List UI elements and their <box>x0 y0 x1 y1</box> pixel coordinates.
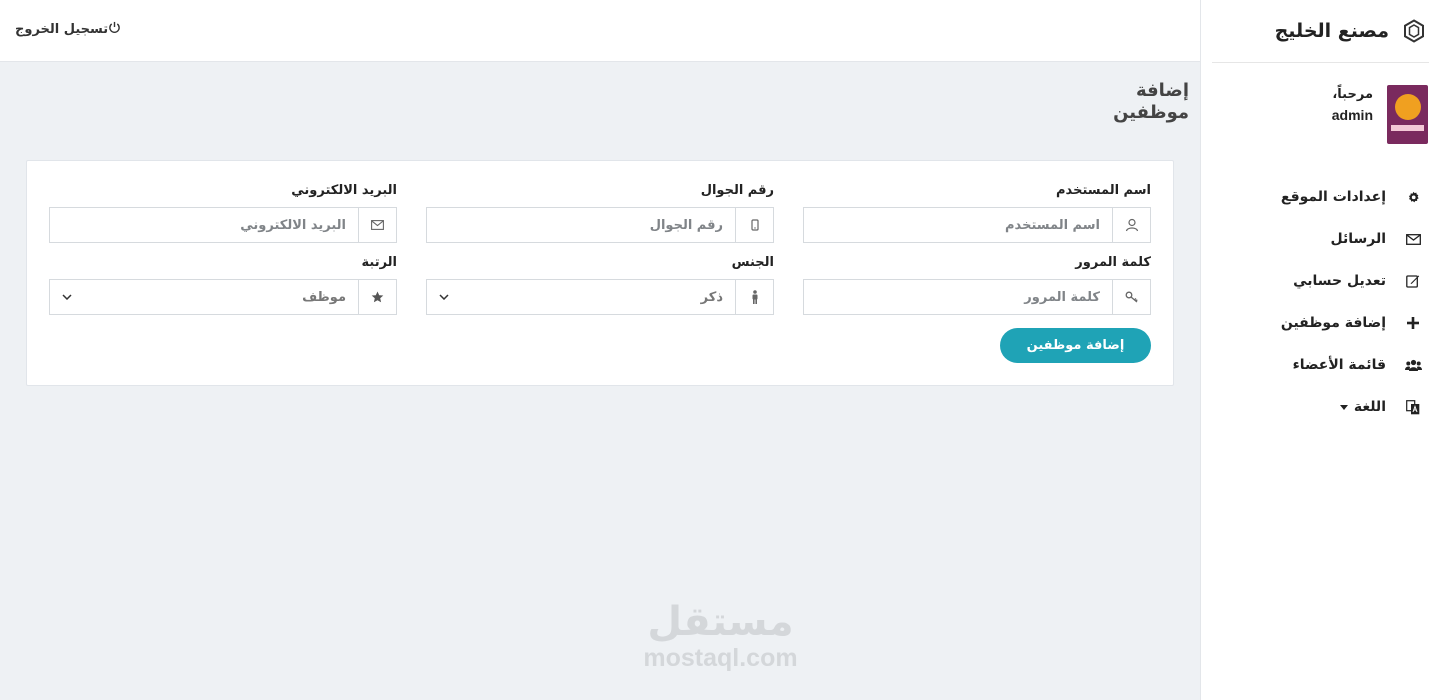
email-label: البريد الالكتروني <box>291 183 397 198</box>
envelope-icon <box>1404 233 1422 245</box>
sidebar-item-members-list[interactable]: قائمة الأعضاء <box>1201 344 1440 386</box>
key-icon <box>1112 279 1151 315</box>
logout-label: تسجيل الخروج <box>15 22 109 37</box>
user-icon <box>1112 207 1151 243</box>
chevron-down-icon <box>62 294 72 300</box>
username-input[interactable] <box>816 217 1100 233</box>
email-field-group: البريد الالكتروني <box>49 183 397 243</box>
user-name: admin <box>1331 107 1373 123</box>
logout-button[interactable]: تسجيل الخروج <box>15 21 125 38</box>
sidebar-item-label: اللغة <box>1353 399 1386 415</box>
person-icon <box>735 279 774 315</box>
hexagon-logo-icon <box>1401 18 1427 44</box>
add-employee-submit-button[interactable]: إضافة موظفين <box>1000 328 1151 363</box>
sidebar-item-edit-account[interactable]: تعديل حسابي <box>1201 260 1440 302</box>
sidebar-nav: إعدادات الموقع الرسائل تعديل حسابي إضافة… <box>1201 163 1440 428</box>
email-input[interactable] <box>62 217 346 233</box>
rank-label: الرتبة <box>361 255 398 270</box>
mobile-label: رقم الجوال <box>700 183 774 198</box>
gender-value: ذكر <box>700 289 723 305</box>
users-icon <box>1404 359 1422 372</box>
gender-label: الجنس <box>731 255 774 270</box>
sidebar-item-language[interactable]: اللغة <box>1201 386 1440 428</box>
mobile-input[interactable] <box>439 217 723 233</box>
brand-title: مصنع الخليج <box>1274 20 1389 42</box>
mobile-field-group: رقم الجوال <box>426 183 774 243</box>
gear-icon <box>1404 191 1422 204</box>
edit-icon <box>1404 274 1422 288</box>
sidebar-item-label: قائمة الأعضاء <box>1292 357 1386 373</box>
password-label: كلمة المرور <box>1075 255 1151 270</box>
rank-value: موظف <box>302 289 346 305</box>
envelope-icon <box>358 207 397 243</box>
chevron-down-icon <box>439 294 449 300</box>
sidebar-item-label: تعديل حسابي <box>1293 273 1386 289</box>
avatar <box>1387 85 1428 144</box>
watermark: مستقل mostaql.com <box>633 600 808 672</box>
rank-select[interactable]: موظف <box>49 279 358 315</box>
watermark-latin: mostaql.com <box>643 644 798 672</box>
page-title: إضافة موظفين <box>1113 80 1189 123</box>
sidebar-item-messages[interactable]: الرسائل <box>1201 218 1440 260</box>
language-icon <box>1404 399 1422 415</box>
sidebar-item-site-settings[interactable]: إعدادات الموقع <box>1201 176 1440 218</box>
user-panel: مرحباً، admin <box>1201 63 1440 163</box>
sidebar-item-label: إعدادات الموقع <box>1280 189 1386 205</box>
username-label: اسم المستخدم <box>1056 183 1151 198</box>
power-icon <box>108 21 125 38</box>
username-field-group: اسم المستخدم <box>803 183 1151 243</box>
sidebar-item-label: إضافة موظفين <box>1280 315 1386 331</box>
plus-icon <box>1404 317 1422 329</box>
add-employee-form: اسم المستخدم رقم الجوال البريد الالكترون… <box>26 160 1174 386</box>
password-field-group: كلمة المرور <box>803 255 1151 315</box>
caret-down-icon <box>1339 404 1348 410</box>
password-input[interactable] <box>816 289 1100 305</box>
user-greeting: مرحباً، <box>1332 87 1373 102</box>
sidebar: مصنع الخليج مرحباً، admin إعدادات الموقع… <box>1200 0 1440 700</box>
top-bar: تسجيل الخروج <box>0 0 1200 62</box>
sidebar-item-add-employees[interactable]: إضافة موظفين <box>1201 302 1440 344</box>
watermark-arabic: مستقل <box>647 599 794 645</box>
gender-field-group: الجنس ذكر <box>426 255 774 315</box>
mobile-icon <box>735 207 774 243</box>
sidebar-item-label: الرسائل <box>1330 231 1386 247</box>
star-icon <box>358 279 397 315</box>
brand[interactable]: مصنع الخليج <box>1212 0 1429 63</box>
gender-select[interactable]: ذكر <box>426 279 735 315</box>
rank-field-group: الرتبة موظف <box>49 255 397 315</box>
